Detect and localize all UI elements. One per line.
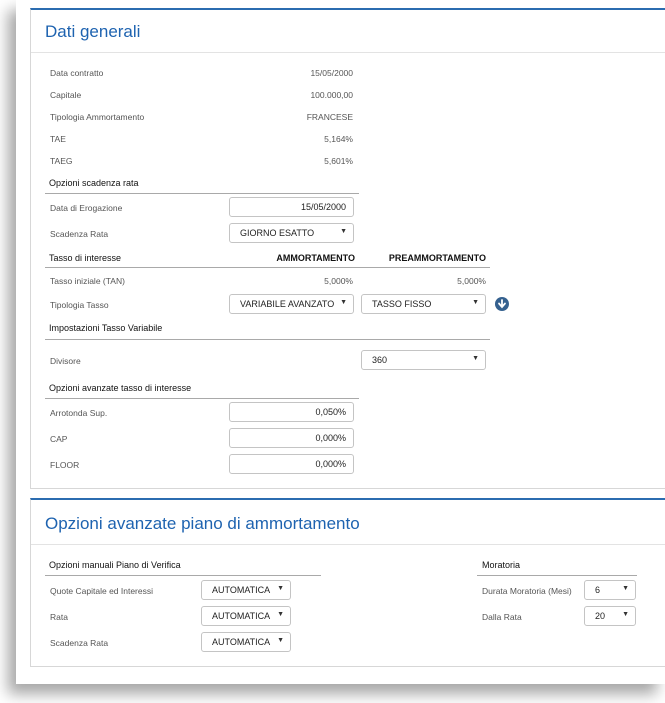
divisore-selected: 360 [372,355,388,365]
piano-ammortamento-panel: Opzioni avanzate piano di ammortamento O… [30,498,665,667]
chevron-down-icon: ▼ [277,637,284,644]
tipologia-tasso-label: Tipologia Tasso [50,300,109,310]
scadenza-rata-manuale-selected: AUTOMATICA [212,637,271,647]
piano-ammortamento-title: Opzioni avanzate piano di ammortamento [45,514,360,533]
cap-label: CAP [50,434,68,444]
chevron-down-icon: ▼ [622,611,629,618]
tipologia-tasso-amm-select[interactable]: VARIABILE AVANZATO ▼ [229,294,354,314]
durata-moratoria-select[interactable]: 6 ▼ [584,580,636,600]
scadenza-rata-label: Scadenza Rata [50,229,109,239]
arrotonda-label: Arrotonda Sup. [50,408,108,418]
taeg-label: TAEG [50,156,73,166]
divisore-select[interactable]: 360 ▼ [361,350,486,370]
data-contratto-label: Data contratto [50,68,104,78]
data-contratto-value: 15/05/2000 [310,68,353,78]
chevron-down-icon: ▼ [277,611,284,618]
taeg-value: 5,601% [324,156,353,166]
chevron-down-icon: ▼ [622,585,629,592]
tasso-iniziale-pre-value: 5,000% [457,276,486,286]
tasso-iniziale-amm-value: 5,000% [324,276,353,286]
rata-label: Rata [50,612,68,622]
title-divider [31,52,665,53]
scadenza-rata-manuale-select[interactable]: AUTOMATICA ▼ [201,632,291,652]
tae-label: TAE [50,134,66,144]
rata-selected: AUTOMATICA [212,611,271,621]
arrow-down-icon [498,299,506,309]
section-divider [45,398,359,399]
tipologia-tasso-amm-selected: VARIABILE AVANZATO [240,299,335,309]
floor-input[interactable]: 0,000% [229,454,354,474]
section-divider [45,267,490,268]
arrotonda-input[interactable]: 0,050% [229,402,354,422]
expand-down-icon[interactable] [495,297,509,311]
dalla-rata-label: Dalla Rata [482,612,522,622]
data-erogazione-label: Data di Erogazione [50,203,123,213]
tipologia-ammortamento-label: Tipologia Ammortamento [50,112,145,122]
section-divider [45,193,359,194]
durata-moratoria-label: Durata Moratoria (Mesi) [482,586,572,596]
tae-value: 5,164% [324,134,353,144]
durata-moratoria-selected: 6 [595,585,601,595]
moratoria-heading: Moratoria [482,560,521,570]
quote-capitale-label: Quote Capitale ed Interessi [50,586,154,596]
dalla-rata-select[interactable]: 20 ▼ [584,606,636,626]
scadenza-rata-selected: GIORNO ESATTO [240,228,315,238]
quote-capitale-selected: AUTOMATICA [212,585,271,595]
section-divider [45,575,321,576]
divisore-label: Divisore [50,356,81,366]
scadenza-rata-manuale-label: Scadenza Rata [50,638,109,648]
scadenza-rata-select[interactable]: GIORNO ESATTO ▼ [229,223,354,243]
dalla-rata-selected: 20 [595,611,606,621]
chevron-down-icon: ▼ [277,585,284,592]
opzioni-avanzate-tasso-heading: Opzioni avanzate tasso di interesse [49,383,192,393]
section-divider [45,339,490,340]
chevron-down-icon: ▼ [472,355,479,362]
col-ammortamento-header: AMMORTAMENTO [276,253,355,263]
opzioni-manuali-heading: Opzioni manuali Piano di Verifica [49,560,181,570]
col-preammortamento-header: PREAMMORTAMENTO [388,253,486,263]
chevron-down-icon: ▼ [472,299,479,306]
tipologia-ammortamento-value: FRANCESE [306,112,353,122]
tipologia-tasso-pre-select[interactable]: TASSO FISSO ▼ [361,294,486,314]
dati-generali-panel: Dati generali Data contratto 15/05/2000 … [30,8,665,489]
chevron-down-icon: ▼ [340,299,347,306]
cap-input[interactable]: 0,000% [229,428,354,448]
section-divider [477,575,637,576]
dati-generali-title: Dati generali [45,22,141,41]
tasso-variabile-heading: Impostazioni Tasso Variabile [49,323,163,333]
opzioni-scadenza-heading: Opzioni scadenza rata [49,178,139,188]
capitale-value: 100.000,00 [310,90,353,100]
tasso-interesse-heading: Tasso di interesse [49,253,122,263]
data-erogazione-input[interactable]: 15/05/2000 [229,197,354,217]
title-divider [31,544,665,545]
floor-label: FLOOR [50,460,80,470]
tipologia-tasso-pre-selected: TASSO FISSO [372,299,432,309]
rata-select[interactable]: AUTOMATICA ▼ [201,606,291,626]
chevron-down-icon: ▼ [340,228,347,235]
quote-capitale-select[interactable]: AUTOMATICA ▼ [201,580,291,600]
tasso-iniziale-label: Tasso iniziale (TAN) [50,276,125,286]
capitale-label: Capitale [50,90,82,100]
